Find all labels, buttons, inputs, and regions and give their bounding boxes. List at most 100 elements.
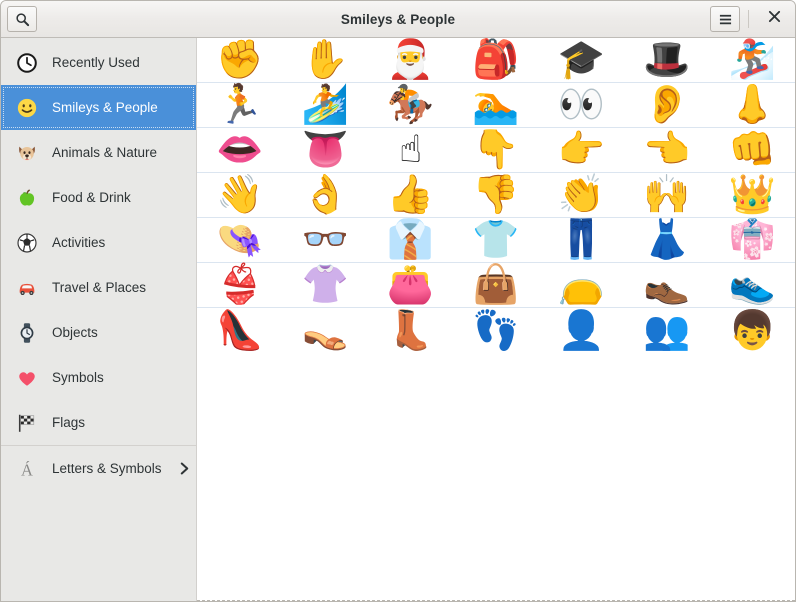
graduation-cap-emoji: 🎓 xyxy=(557,38,606,81)
emoji-cell-index-pointing-up[interactable]: ☝ xyxy=(368,128,453,173)
emoji-cell-t-shirt[interactable]: 👕 xyxy=(453,218,538,263)
emoji-cell-dress[interactable]: 👗 xyxy=(624,218,709,263)
sidebar-item-recently-used[interactable]: Recently Used xyxy=(1,40,196,85)
oncoming-fist-emoji: 👊 xyxy=(728,127,776,171)
sidebar-item-letters-and-symbols[interactable]: Á Letters & Symbols xyxy=(1,446,196,491)
emoji-cell-raised-hand[interactable]: ✋ xyxy=(282,38,367,83)
emoji-cell-footprints[interactable]: 👣 xyxy=(453,308,538,353)
emoji-cell-waving-hand[interactable]: 👋 xyxy=(197,173,282,218)
sidebar-item-label: Symbols xyxy=(52,370,104,385)
emoji-cell-index-pointing-down[interactable]: 👇 xyxy=(453,128,538,173)
busts-in-silhouette-emoji: 👥 xyxy=(643,307,691,352)
emoji-cell-jeans[interactable]: 👖 xyxy=(539,218,624,263)
emoji-cell-necktie[interactable]: 👔 xyxy=(368,218,453,263)
emoji-cell-high-heeled-shoe[interactable]: 👠 xyxy=(197,308,282,353)
sidebar-item-food-and-drink[interactable]: Food & Drink xyxy=(1,175,196,220)
emoji-cell-top-hat[interactable]: 🎩 xyxy=(624,38,709,83)
titlebar-left-controls xyxy=(7,6,37,32)
emoji-cell-kimono[interactable]: 👘 xyxy=(710,218,795,263)
sidebar-item-smileys-and-people[interactable]: Smileys & People xyxy=(1,85,196,130)
emoji-row: 🏃 🏄 🏇 🏊 👀 👂 👃 xyxy=(197,83,795,128)
emoji-cell-index-pointing-right[interactable]: 👉 xyxy=(539,128,624,173)
runner-emoji: 🏃 xyxy=(216,82,264,126)
category-sidebar: Recently Used Smileys & People Animals &… xyxy=(1,38,197,601)
close-button[interactable] xyxy=(759,4,789,34)
sidebar-item-label: Food & Drink xyxy=(52,190,131,205)
green-apple-icon xyxy=(15,186,39,210)
emoji-cell-womans-sandal[interactable]: 👡 xyxy=(282,308,367,353)
emoji-cell-crown[interactable]: 👑 xyxy=(710,173,795,218)
emoji-cell-graduation-cap[interactable]: 🎓 xyxy=(539,38,624,83)
emoji-cell-clutch-bag[interactable]: 👝 xyxy=(539,263,624,308)
sidebar-item-label: Smileys & People xyxy=(52,100,158,115)
purse-emoji: 👛 xyxy=(386,262,435,306)
running-shoe-emoji: 👟 xyxy=(728,262,776,306)
titlebar-right-controls xyxy=(710,4,789,34)
emoji-cell-swimmer[interactable]: 🏊 xyxy=(453,83,538,128)
search-button[interactable] xyxy=(7,6,37,32)
emoji-cell-raised-fist[interactable]: ✊ xyxy=(197,38,282,83)
hamburger-menu-icon xyxy=(718,13,733,26)
sidebar-item-label: Activities xyxy=(52,235,106,250)
emoji-cell-ok-hand[interactable]: 👌 xyxy=(282,173,367,218)
red-car-icon xyxy=(15,276,39,300)
emoji-cell-bikini[interactable]: 👙 xyxy=(197,263,282,308)
emoji-cell-busts-in-silhouette[interactable]: 👥 xyxy=(624,308,709,353)
emoji-cell-thumbs-down[interactable]: 👎 xyxy=(453,173,538,218)
emoji-cell-womans-clothes[interactable]: 👚 xyxy=(282,263,367,308)
sidebar-item-objects[interactable]: Objects xyxy=(1,310,196,355)
emoji-cell-thumbs-up[interactable]: 👍 xyxy=(368,173,453,218)
emoji-cell-horse-racing[interactable]: 🏇 xyxy=(368,83,453,128)
glasses-emoji: 👓 xyxy=(301,217,349,261)
emoji-cell-runner[interactable]: 🏃 xyxy=(197,83,282,128)
boy-emoji: 👦 xyxy=(728,307,776,352)
mouth-emoji: 👄 xyxy=(216,127,264,171)
emoji-row: 👠 👡 👢 👣 👤 👥 👦 xyxy=(197,308,795,353)
sidebar-item-label: Flags xyxy=(52,415,86,430)
sidebar-filler xyxy=(1,491,196,601)
emoji-row: 👋 👌 👍 👎 👏 🙌 👑 xyxy=(197,173,795,218)
emoji-cell-index-pointing-left[interactable]: 👈 xyxy=(624,128,709,173)
t-shirt-emoji: 👕 xyxy=(472,217,520,261)
emoji-cell-mouth[interactable]: 👄 xyxy=(197,128,282,173)
emoji-cell-santa-claus[interactable]: 🎅 xyxy=(368,38,453,83)
emoji-cell-womans-boot[interactable]: 👢 xyxy=(368,308,453,353)
emoji-cell-ear[interactable]: 👂 xyxy=(624,83,709,128)
emoji-cell-handbag[interactable]: 👜 xyxy=(453,263,538,308)
tongue-emoji: 👅 xyxy=(301,127,349,171)
sidebar-item-animals-and-nature[interactable]: Animals & Nature xyxy=(1,130,196,175)
emoji-row: 👙 👚 👛 👜 👝 👞 👟 xyxy=(197,263,795,308)
emoji-cell-running-shoe[interactable]: 👟 xyxy=(710,263,795,308)
sidebar-item-travel-and-places[interactable]: Travel & Places xyxy=(1,265,196,310)
swimmer-emoji: 🏊 xyxy=(472,82,520,126)
emoji-cell-clapping-hands[interactable]: 👏 xyxy=(539,173,624,218)
emoji-cell-oncoming-fist[interactable]: 👊 xyxy=(710,128,795,173)
sidebar-item-label: Objects xyxy=(52,325,98,340)
emoji-cell-womans-hat[interactable]: 👒 xyxy=(197,218,282,263)
womans-sandal-emoji: 👡 xyxy=(301,307,349,352)
sidebar-item-symbols[interactable]: Symbols xyxy=(1,355,196,400)
heart-icon xyxy=(15,366,39,390)
emoji-row: ✊ ✋ 🎅 🎒 🎓 🎩 🏂 xyxy=(197,38,795,83)
emoji-row: 👄 👅 ☝ 👇 👉 👈 👊 xyxy=(197,128,795,173)
sidebar-item-activities[interactable]: Activities xyxy=(1,220,196,265)
grid-focus-outline xyxy=(197,600,795,601)
menu-button[interactable] xyxy=(710,6,740,32)
emoji-cell-snowboarder[interactable]: 🏂 xyxy=(710,38,795,83)
nose-emoji: 👃 xyxy=(728,82,776,126)
emoji-cell-surfer[interactable]: 🏄 xyxy=(282,83,367,128)
emoji-cell-school-backpack[interactable]: 🎒 xyxy=(453,38,538,83)
emoji-cell-tongue[interactable]: 👅 xyxy=(282,128,367,173)
emoji-cell-boy[interactable]: 👦 xyxy=(710,308,795,353)
emoji-cell-glasses[interactable]: 👓 xyxy=(282,218,367,263)
emoji-cell-purse[interactable]: 👛 xyxy=(368,263,453,308)
emoji-grid-area[interactable]: ✊ ✋ 🎅 🎒 🎓 🎩 🏂 🏃 🏄 🏇 🏊 👀 👂 👃 👄 👅 ☝ 👇 👉 👈 👊 👋 👌 👍 👎 👏 🙌 👑 👒 👓 👔 👕 👖 👗 👘 👙 👚 👛 👜 👝… xyxy=(197,38,795,601)
emoji-cell-raising-hands[interactable]: 🙌 xyxy=(624,173,709,218)
emoji-cell-eyes[interactable]: 👀 xyxy=(539,83,624,128)
emoji-cell-nose[interactable]: 👃 xyxy=(710,83,795,128)
high-heeled-shoe-emoji: 👠 xyxy=(216,307,264,352)
emoji-cell-bust-in-silhouette[interactable]: 👤 xyxy=(539,308,624,353)
sidebar-item-flags[interactable]: Flags xyxy=(1,400,196,445)
index-pointing-down-emoji: 👇 xyxy=(472,127,520,171)
emoji-cell-mans-shoe[interactable]: 👞 xyxy=(624,263,709,308)
